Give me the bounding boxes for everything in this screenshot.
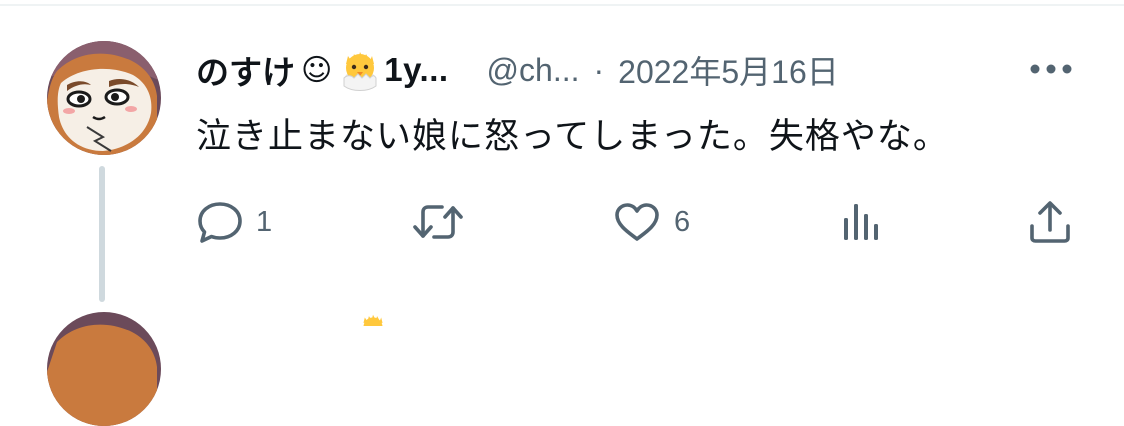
separator-dot: · [593,51,605,88]
share-button[interactable] [1026,198,1074,246]
more-icon [1030,64,1072,74]
avatar[interactable] [47,41,161,155]
next-avatar[interactable] [47,312,161,426]
like-button[interactable]: 6 [612,198,690,246]
analytics-icon [844,204,878,240]
reply-button[interactable]: 1 [196,198,272,246]
more-button[interactable] [1026,52,1076,86]
chick-emoji-icon [358,312,388,326]
top-divider [0,4,1124,6]
like-icon [615,203,659,241]
tweet-text: 泣き止まない娘に怒ってしまった。失格やな。 [196,117,949,156]
user-handle[interactable]: @ch... [487,52,580,89]
tweet-date[interactable]: 2022年5月16日 [618,47,839,93]
retweet-button[interactable] [412,198,464,246]
thread-line [99,166,105,302]
chick-emoji-icon [338,48,382,92]
like-count: 6 [674,205,691,238]
retweet-icon [413,205,463,239]
analytics-button[interactable] [840,198,884,246]
display-name[interactable]: のすけ [196,46,295,94]
tweet-header: のすけ ☺ 1y... @ch... · 2022年5月16日 [196,44,996,96]
reply-icon [198,202,242,243]
display-name-truncated[interactable]: 1y... [384,51,448,89]
share-icon [1030,201,1070,243]
reply-count: 1 [256,205,273,238]
smile-emoji: ☺ [301,52,333,88]
